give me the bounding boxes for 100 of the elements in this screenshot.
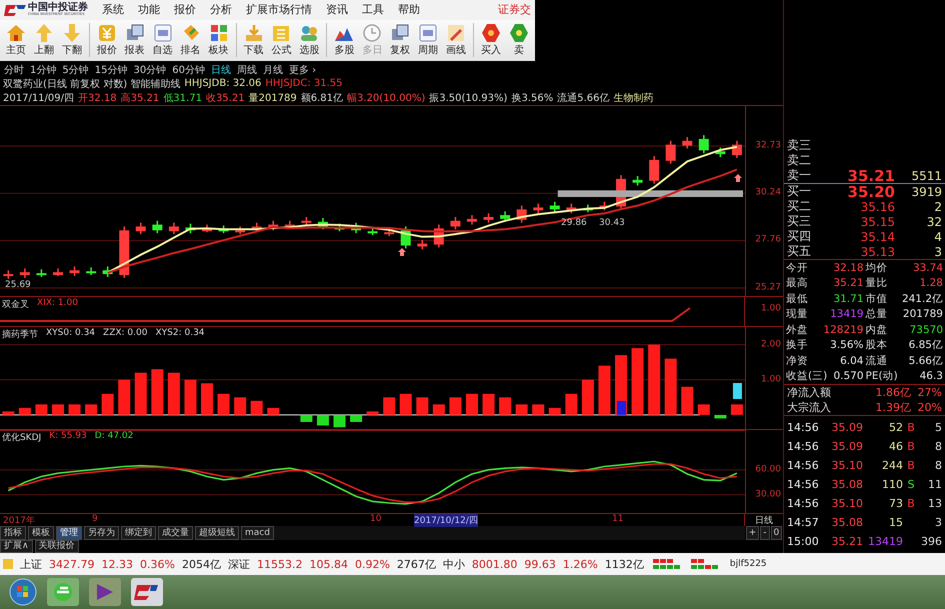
quote-value: 振3.50(10.93%) xyxy=(429,92,508,105)
toolbar-button[interactable]: 下载 xyxy=(240,22,268,58)
candlestick xyxy=(698,134,709,154)
toolbar-button[interactable]: 卖 xyxy=(505,22,533,58)
candlestick xyxy=(516,205,527,223)
toolbar-button[interactable]: 周期 xyxy=(414,22,442,58)
toolbar-button[interactable]: 报表 xyxy=(120,22,149,58)
candlestick xyxy=(384,228,394,236)
indicator-tab[interactable]: 成交量 xyxy=(158,526,193,540)
order-volume: 4 xyxy=(933,230,942,244)
candlestick xyxy=(152,220,162,233)
trade-price: 35.10 xyxy=(830,459,863,472)
candlestick xyxy=(550,202,560,212)
trade-time: 14:57 xyxy=(787,516,820,529)
toolbar-button[interactable]: 报价 xyxy=(92,22,121,58)
menu-item[interactable]: 报价 xyxy=(174,2,196,18)
zoom-button[interactable]: - xyxy=(760,526,770,540)
menu-item[interactable]: 资讯 xyxy=(326,2,348,18)
quote-value: 高35.21 xyxy=(120,92,160,105)
menu-item[interactable]: 分析 xyxy=(210,2,232,18)
toolbar-button[interactable]: 公式 xyxy=(267,22,296,58)
candlestick xyxy=(582,204,593,212)
signal-bar xyxy=(732,383,742,400)
menu-item[interactable]: 工具 xyxy=(362,2,384,18)
period-tab[interactable]: 周线 xyxy=(236,62,257,75)
indicator-tab[interactable]: 另存为 xyxy=(84,526,119,540)
trading-app-icon[interactable] xyxy=(130,577,164,607)
stat-value: 32.18 xyxy=(833,260,864,275)
start-button-icon[interactable] xyxy=(8,577,38,607)
browser-icon[interactable] xyxy=(46,577,80,607)
index-percent: 0.36% xyxy=(140,558,175,570)
period-tab[interactable]: 15分钟 xyxy=(94,62,128,75)
period-tab[interactable]: 月线 xyxy=(262,62,283,75)
trade-side: B xyxy=(906,459,916,472)
stat-value: 46.3 xyxy=(920,369,943,384)
period-tab[interactable]: 30分钟 xyxy=(133,62,166,75)
menu-item[interactable]: 扩展市场行情 xyxy=(246,2,312,18)
stat-label: 量比 xyxy=(866,276,888,290)
flow-label: 大宗流入 xyxy=(787,400,832,415)
period-tab[interactable]: 5分钟 xyxy=(62,62,89,75)
panel-tab[interactable]: 扩展∧ xyxy=(0,540,33,553)
index-amount: 2767亿 xyxy=(396,556,436,572)
indicator-tab[interactable]: 超级短线 xyxy=(195,526,239,540)
trade-count: 3 xyxy=(934,516,942,529)
order-price: 35.20 xyxy=(846,182,895,200)
order-volume: 3919 xyxy=(910,184,942,198)
trade-price: 35.21 xyxy=(830,535,863,548)
trade-volume: 15 xyxy=(888,516,903,529)
stat-value: 73570 xyxy=(910,322,943,337)
quote-value: 收35.21 xyxy=(206,92,245,105)
toolbar-button[interactable]: 买入 xyxy=(477,22,506,58)
indicator-tab[interactable]: 模板 xyxy=(28,526,54,540)
period-tab[interactable]: 日线 xyxy=(210,62,231,75)
candlestick xyxy=(351,222,362,233)
indicator-tab[interactable]: 绑定到 xyxy=(121,526,156,540)
order-volume: 5511 xyxy=(910,168,942,182)
toolbar-button[interactable]: 画线 xyxy=(442,22,470,58)
panel-tab[interactable]: 关联报价 xyxy=(34,540,79,553)
legend-label: D: 47.02 xyxy=(94,431,134,444)
pencil-icon xyxy=(446,23,466,44)
up-arrow-icon xyxy=(398,248,406,256)
candlestick xyxy=(566,204,576,213)
trade-count: 11 xyxy=(927,478,942,491)
period-tab[interactable]: 60分钟 xyxy=(172,62,205,75)
candlestick xyxy=(466,214,477,224)
period-tab[interactable]: 1分钟 xyxy=(30,62,56,75)
stat-label: 最低 xyxy=(786,292,808,306)
trade-count: 13 xyxy=(927,497,942,510)
toolbar-button[interactable]: 主页 xyxy=(2,22,30,58)
trade-link[interactable]: 证券交 xyxy=(498,2,531,18)
toolbar-button[interactable]: 上翻 xyxy=(30,22,58,58)
indicator-tab[interactable]: macd xyxy=(241,526,274,540)
quote-value: 幅3.20(10.00%) xyxy=(347,92,426,105)
zoom-button[interactable]: + xyxy=(746,526,760,540)
toolbar-button[interactable]: 复权 xyxy=(386,22,414,58)
indicator-tab[interactable]: 管理 xyxy=(56,526,82,540)
stat-label: 总量 xyxy=(866,307,888,322)
toolbar-button[interactable]: 板块 xyxy=(204,22,233,58)
candlestick xyxy=(500,211,510,222)
up-arrow-icon xyxy=(734,174,742,182)
signal-bar xyxy=(617,401,626,416)
menu-item[interactable]: 系统 xyxy=(102,2,124,18)
period-tab[interactable]: 分时 xyxy=(4,62,24,75)
indicator-tab[interactable]: 指标 xyxy=(0,526,26,540)
toolbar-button[interactable]: 下翻 xyxy=(58,22,86,58)
toolbar-button[interactable]: 多股 xyxy=(330,22,358,58)
toolbar-button[interactable]: 排名 xyxy=(176,22,205,58)
toolbar-button[interactable]: 自选 xyxy=(148,22,177,58)
candlestick xyxy=(533,204,544,213)
zoom-button[interactable]: 0 xyxy=(770,526,782,540)
toolbar-button[interactable]: 选股 xyxy=(295,22,324,58)
order-level-label: 买五 xyxy=(787,243,812,260)
menu-item[interactable]: 帮助 xyxy=(398,2,420,18)
order-price: 35.15 xyxy=(860,214,895,228)
period-tab[interactable]: 更多 › xyxy=(288,62,316,75)
order-price: 35.21 xyxy=(846,166,895,184)
menu-item[interactable]: 功能 xyxy=(138,2,160,18)
trade-side: B xyxy=(906,440,916,453)
candlestick xyxy=(400,226,411,248)
candlestick xyxy=(136,222,146,234)
